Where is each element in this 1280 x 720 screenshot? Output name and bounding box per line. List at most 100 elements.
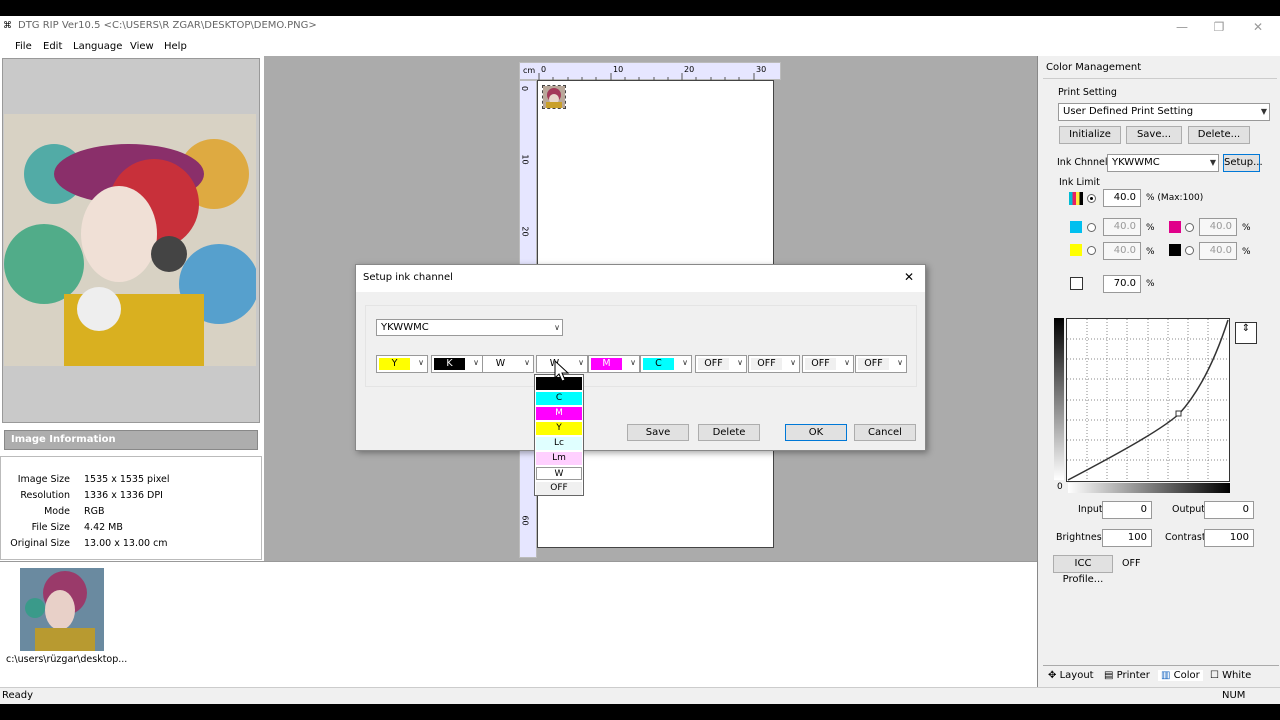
window-title: DTG RIP Ver10.5 <C:\USERS\R ZGAR\DESKTOP… (18, 20, 317, 31)
output-label: Output (1172, 504, 1205, 515)
ink-limit-m-radio[interactable] (1185, 223, 1194, 232)
input-label: Input (1078, 504, 1103, 515)
percent-label: % (1146, 279, 1155, 289)
status-bar: Ready NUM (0, 687, 1280, 704)
channel-select-8[interactable]: OFF ∨ (748, 355, 800, 373)
ink-limit-y-radio[interactable] (1087, 246, 1096, 255)
num-lock-indicator: NUM (1222, 690, 1246, 701)
dropdown-option-c[interactable]: C (536, 392, 582, 405)
menu-help[interactable]: Help (164, 41, 187, 52)
yellow-swatch-icon (1070, 244, 1082, 256)
channel-select-7[interactable]: OFF ∨ (695, 355, 747, 373)
chevron-down-icon: ∨ (554, 323, 560, 332)
channel-select-10[interactable]: OFF ∨ (855, 355, 907, 373)
curve-reset-icon[interactable]: ⇕ (1235, 322, 1257, 344)
tab-layout[interactable]: ✥ Layout (1048, 670, 1094, 681)
close-button[interactable]: ✕ (1243, 18, 1273, 36)
placed-image[interactable] (542, 85, 566, 109)
print-setting-select[interactable]: User Defined Print Setting ▼ (1058, 103, 1270, 121)
tone-curve-graph[interactable] (1066, 318, 1230, 482)
maximize-button[interactable]: ❐ (1204, 18, 1234, 36)
white-swatch-icon (1070, 277, 1083, 290)
channel-chip: M (591, 358, 622, 370)
preset-select[interactable]: YKWWMC ∨ (376, 319, 563, 336)
channel-select-2[interactable]: K ∨ (431, 355, 483, 373)
layout-icon: ✥ (1048, 670, 1057, 681)
contrast-field[interactable]: 100 (1204, 529, 1254, 547)
dropdown-option-lc[interactable]: Lc (536, 437, 582, 450)
brightness-field[interactable]: 100 (1102, 529, 1152, 547)
info-value: 1535 x 1535 pixel (84, 474, 170, 485)
ink-limit-k-radio[interactable] (1185, 246, 1194, 255)
menu-language[interactable]: Language (73, 41, 122, 52)
tab-color[interactable]: ▥ Color (1158, 670, 1203, 681)
color-management-panel: Color Management Print Setting User Defi… (1037, 56, 1280, 687)
white-square-icon: ☐ (1210, 670, 1219, 681)
save-setting-button[interactable]: Save... (1126, 126, 1182, 144)
save-button[interactable]: Save (627, 424, 689, 441)
dropdown-option-lm[interactable]: Lm (536, 452, 582, 465)
tab-printer[interactable]: ▤ Printer (1104, 670, 1150, 681)
left-panel: Image Information Image Size 1535 x 1535… (0, 56, 264, 561)
chevron-down-icon: ∨ (473, 358, 479, 367)
info-value: 4.42 MB (84, 522, 123, 533)
ink-limit-c-input[interactable]: 40.0 (1103, 218, 1141, 236)
delete-setting-button[interactable]: Delete... (1188, 126, 1250, 144)
channel-chip: OFF (698, 358, 729, 370)
tab-white-label: White (1222, 670, 1252, 681)
white-limit-input[interactable]: 70.0 (1103, 275, 1141, 293)
ink-limit-y-input[interactable]: 40.0 (1103, 242, 1141, 260)
dropdown-option-w[interactable]: W (536, 467, 582, 480)
ruler-top: cm 0 10 20 30 (519, 62, 781, 80)
channel-select-9[interactable]: OFF ∨ (802, 355, 854, 373)
ruler-tick: 0 (520, 85, 530, 92)
initialize-button[interactable]: Initialize (1059, 126, 1121, 144)
cancel-button[interactable]: Cancel (854, 424, 916, 441)
image-info-header: Image Information (4, 430, 258, 450)
status-text: Ready (2, 690, 34, 701)
channel-chip: OFF (805, 358, 836, 370)
channel-select-5[interactable]: M ∨ (588, 355, 640, 373)
dialog-close-button[interactable]: ✕ (904, 270, 914, 284)
menu-view[interactable]: View (130, 41, 154, 52)
ink-limit-k-input[interactable]: 40.0 (1199, 242, 1237, 260)
dialog-title-bar: Setup ink channel ✕ (356, 265, 925, 292)
channel-select-1[interactable]: Y ∨ (376, 355, 428, 373)
menu-bar: File Edit Language View Help (0, 38, 1280, 56)
info-label: Image Size (17, 474, 70, 485)
menu-file[interactable]: File (15, 41, 32, 52)
thumbnail-image[interactable] (20, 568, 104, 651)
ruler-tick: 60 (520, 515, 530, 526)
menu-edit[interactable]: Edit (43, 41, 62, 52)
info-value: RGB (84, 506, 105, 517)
ink-limit-all-input[interactable]: 40.0 (1103, 189, 1141, 207)
thumbnail-caption: c:\users\rüzgar\desktop... (6, 654, 128, 665)
minimize-button[interactable]: — (1167, 18, 1197, 36)
ok-button[interactable]: OK (785, 424, 847, 441)
ink-limit-c-radio[interactable] (1087, 223, 1096, 232)
title-bar: ⌘ DTG RIP Ver10.5 <C:\USERS\R ZGAR\DESKT… (0, 16, 1280, 38)
dropdown-option-y[interactable]: Y (536, 422, 582, 435)
icc-profile-button[interactable]: ICC Profile... (1053, 555, 1113, 585)
channel-select-6[interactable]: C ∨ (640, 355, 692, 373)
info-label: File Size (31, 522, 70, 533)
ink-limit-m-input[interactable]: 40.0 (1199, 218, 1237, 236)
delete-button[interactable]: Delete (698, 424, 760, 441)
channel-select-3[interactable]: W ∨ (482, 355, 534, 373)
icc-profile-value: OFF (1122, 558, 1141, 569)
tab-white[interactable]: ☐ White (1210, 670, 1251, 681)
print-setting-value: User Defined Print Setting (1063, 106, 1194, 117)
output-value-field[interactable]: 0 (1204, 501, 1254, 519)
ruler-tick: 20 (520, 226, 530, 237)
cyan-swatch-icon (1070, 221, 1082, 233)
info-label: Original Size (10, 538, 70, 549)
setup-button[interactable]: Setup... (1223, 154, 1263, 172)
ink-channel-select[interactable]: YKWWMC ▼ (1107, 154, 1219, 172)
input-value-field[interactable]: 0 (1102, 501, 1152, 519)
chevron-down-icon: ▼ (1209, 158, 1216, 167)
ink-channel-label: Ink Chnnel (1057, 157, 1108, 168)
ink-limit-all-radio[interactable] (1087, 194, 1096, 203)
channel-chip: W (485, 358, 516, 370)
dropdown-option-off[interactable]: OFF (536, 482, 582, 495)
dropdown-option-m[interactable]: M (536, 407, 582, 420)
